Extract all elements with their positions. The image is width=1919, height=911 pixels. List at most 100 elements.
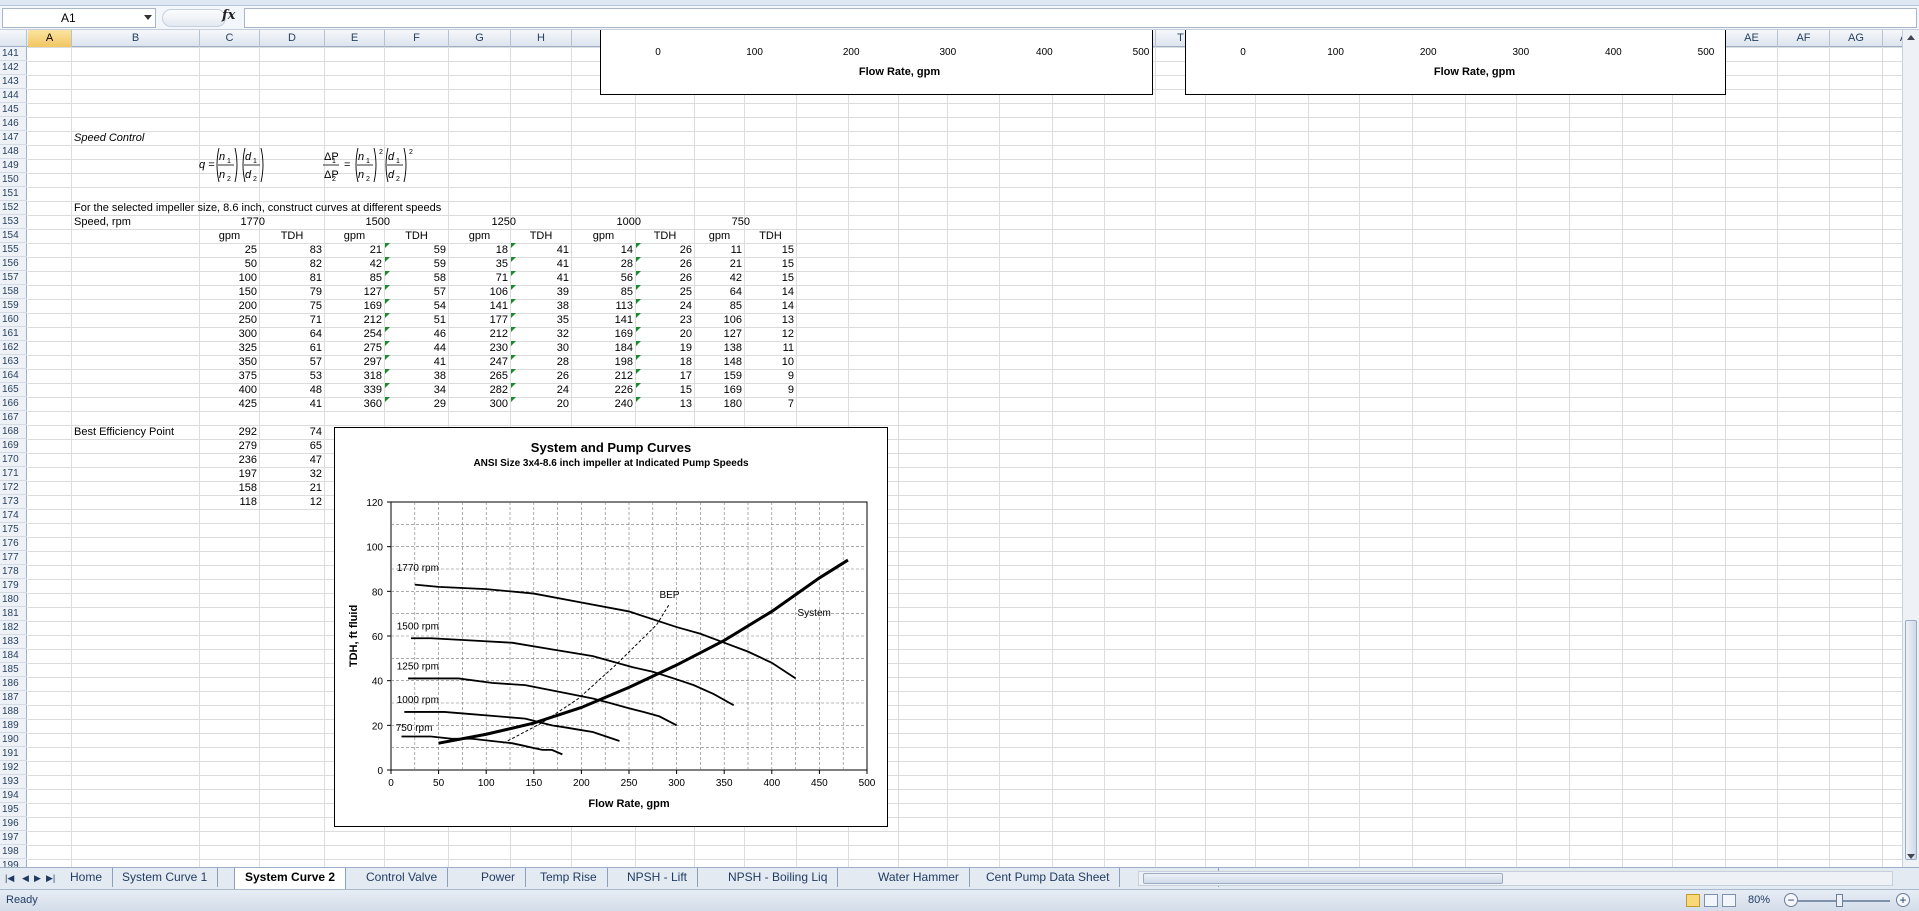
last-sheet-icon[interactable]: ▶| <box>46 873 55 884</box>
row-header-182[interactable]: 182 <box>0 621 27 635</box>
table-cell[interactable]: 82 <box>262 257 322 271</box>
table-cell[interactable]: 50 <box>202 257 257 271</box>
column-header-AG[interactable]: AG <box>1830 30 1883 47</box>
table-cell[interactable]: 13 <box>747 313 794 327</box>
bep-tdh[interactable]: 74 <box>262 425 322 439</box>
row-header-192[interactable]: 192 <box>0 761 27 775</box>
table-cell[interactable]: 18 <box>451 243 508 257</box>
table-cell[interactable]: 20 <box>638 327 692 341</box>
column-title[interactable]: TDH <box>747 229 794 243</box>
table-cell[interactable]: 53 <box>262 369 322 383</box>
page-break-view-button[interactable] <box>1722 894 1736 907</box>
table-cell[interactable]: 13 <box>638 397 692 411</box>
table-cell[interactable]: 200 <box>202 299 257 313</box>
table-cell[interactable]: 265 <box>451 369 508 383</box>
horizontal-scrollbar[interactable] <box>1138 871 1893 886</box>
table-cell[interactable]: 15 <box>747 243 794 257</box>
table-cell[interactable]: 11 <box>747 341 794 355</box>
column-header-H[interactable]: H <box>511 30 572 47</box>
table-cell[interactable]: 34 <box>387 383 446 397</box>
table-cell[interactable]: 11 <box>697 243 742 257</box>
row-header-185[interactable]: 185 <box>0 663 27 677</box>
table-cell[interactable]: 12 <box>747 327 794 341</box>
table-cell[interactable]: 9 <box>747 383 794 397</box>
table-cell[interactable]: 26 <box>638 243 692 257</box>
normal-view-button[interactable] <box>1686 894 1700 907</box>
table-cell[interactable]: 19 <box>638 341 692 355</box>
row-header-150[interactable]: 150 <box>0 173 27 187</box>
formula-input[interactable] <box>244 8 1917 28</box>
table-cell[interactable]: 169 <box>697 383 742 397</box>
table-cell[interactable]: 71 <box>262 313 322 327</box>
speed-control-label[interactable]: Speed Control <box>74 131 274 145</box>
sheet-tab-npsh-lift[interactable]: NPSH - Lift <box>617 868 699 887</box>
sheet-tab-power[interactable]: Power <box>471 868 527 887</box>
row-header-163[interactable]: 163 <box>0 355 27 369</box>
row-header-174[interactable]: 174 <box>0 509 27 523</box>
row-header-173[interactable]: 173 <box>0 495 27 509</box>
table-cell[interactable]: 64 <box>697 285 742 299</box>
table-cell[interactable]: 180 <box>697 397 742 411</box>
table-cell[interactable]: 28 <box>513 355 569 369</box>
row-header-197[interactable]: 197 <box>0 831 27 845</box>
bep-gpm[interactable]: 279 <box>202 439 257 453</box>
system-pump-chart[interactable]: System and Pump Curves ANSI Size 3x4-8.6 … <box>334 427 888 827</box>
vertical-scrollbar[interactable] <box>1902 30 1919 867</box>
column-title[interactable]: TDH <box>513 229 569 243</box>
table-cell[interactable]: 28 <box>574 257 633 271</box>
table-cell[interactable]: 41 <box>513 271 569 285</box>
table-cell[interactable]: 57 <box>387 285 446 299</box>
row-header-142[interactable]: 142 <box>0 61 27 75</box>
row-header-171[interactable]: 171 <box>0 467 27 481</box>
row-header-194[interactable]: 194 <box>0 789 27 803</box>
table-cell[interactable]: 212 <box>327 313 382 327</box>
table-cell[interactable]: 21 <box>697 257 742 271</box>
row-header-188[interactable]: 188 <box>0 705 27 719</box>
column-title[interactable]: TDH <box>638 229 692 243</box>
bep-gpm[interactable]: 158 <box>202 481 257 495</box>
sheet-tab-cent-pump-data-sheet[interactable]: Cent Pump Data Sheet <box>976 868 1121 887</box>
table-cell[interactable]: 9 <box>747 369 794 383</box>
table-cell[interactable]: 41 <box>513 257 569 271</box>
sheet-tab-control-valve[interactable]: Control Valve <box>356 868 449 887</box>
table-cell[interactable]: 41 <box>262 397 322 411</box>
table-cell[interactable]: 375 <box>202 369 257 383</box>
table-cell[interactable]: 7 <box>747 397 794 411</box>
row-header-149[interactable]: 149 <box>0 159 27 173</box>
table-cell[interactable]: 250 <box>202 313 257 327</box>
name-box[interactable]: A1 <box>2 8 156 28</box>
table-cell[interactable]: 25 <box>202 243 257 257</box>
row-header-190[interactable]: 190 <box>0 733 27 747</box>
table-cell[interactable]: 85 <box>574 285 633 299</box>
table-cell[interactable]: 59 <box>387 257 446 271</box>
column-header-E[interactable]: E <box>325 30 385 47</box>
zoom-level[interactable]: 80% <box>1748 894 1770 906</box>
table-cell[interactable]: 300 <box>202 327 257 341</box>
table-cell[interactable]: 85 <box>697 299 742 313</box>
table-cell[interactable]: 113 <box>574 299 633 313</box>
row-header-167[interactable]: 167 <box>0 411 27 425</box>
column-header-B[interactable]: B <box>72 30 200 47</box>
bep-label[interactable]: Best Efficiency Point <box>74 425 197 439</box>
insert-function-icon[interactable]: fx <box>222 8 235 23</box>
table-cell[interactable]: 75 <box>262 299 322 313</box>
table-cell[interactable]: 14 <box>747 285 794 299</box>
row-header-153[interactable]: 153 <box>0 215 27 229</box>
speed-header-750[interactable]: 750 <box>697 215 750 229</box>
table-cell[interactable]: 38 <box>387 369 446 383</box>
scroll-down-icon[interactable] <box>1907 854 1915 859</box>
row-header-156[interactable]: 156 <box>0 257 27 271</box>
table-cell[interactable]: 20 <box>513 397 569 411</box>
row-header-151[interactable]: 151 <box>0 187 27 201</box>
table-cell[interactable]: 106 <box>451 285 508 299</box>
row-header-187[interactable]: 187 <box>0 691 27 705</box>
table-cell[interactable]: 212 <box>574 369 633 383</box>
table-cell[interactable]: 177 <box>451 313 508 327</box>
partial-chart-right[interactable]: 0 100 200 300 400 500 Flow Rate, gpm <box>1185 30 1726 95</box>
table-cell[interactable]: 44 <box>387 341 446 355</box>
table-cell[interactable]: 169 <box>574 327 633 341</box>
instruction-text[interactable]: For the selected impeller size, 8.6 inch… <box>74 201 574 215</box>
row-header-147[interactable]: 147 <box>0 131 27 145</box>
table-cell[interactable]: 106 <box>697 313 742 327</box>
row-header-144[interactable]: 144 <box>0 89 27 103</box>
